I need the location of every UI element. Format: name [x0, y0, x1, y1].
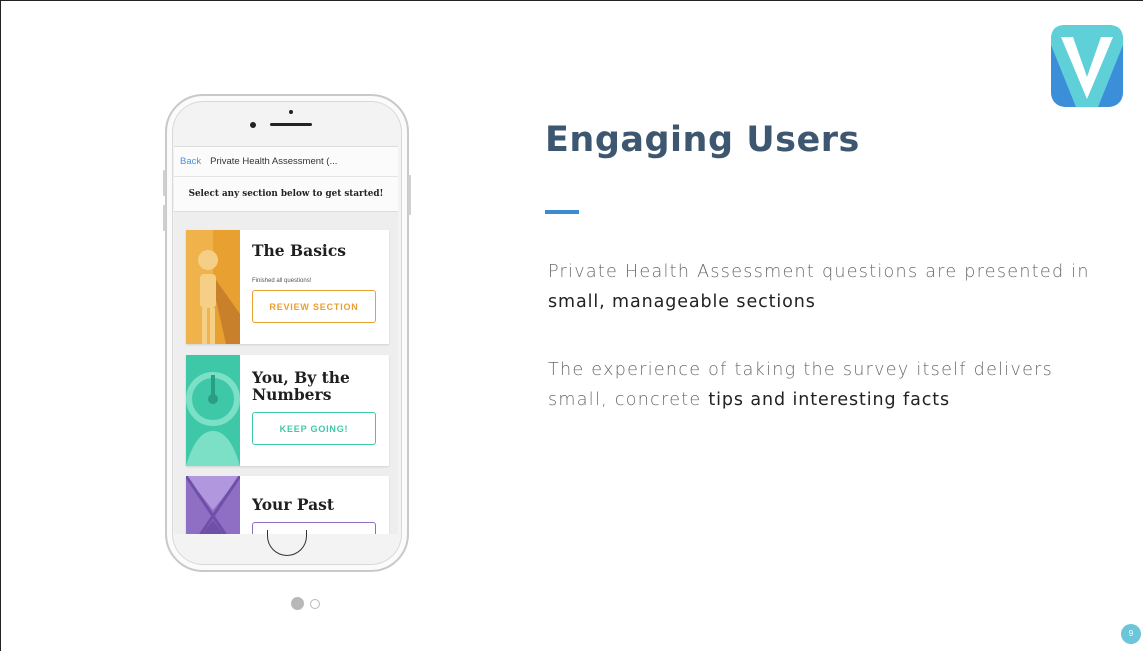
phone-screen: Back Private Health Assessment (... Sele… — [174, 146, 398, 534]
back-button[interactable]: Back — [180, 156, 201, 167]
slide-title: Engaging Users — [545, 120, 860, 160]
section-title: Your Past — [252, 495, 335, 514]
app-nav-bar: Back Private Health Assessment (... — [174, 147, 398, 177]
paragraph-sections: Private Health Assessment questions are … — [548, 262, 1090, 312]
carousel-indicator — [291, 597, 320, 610]
brand-logo-icon — [1051, 25, 1123, 107]
page-number-badge: 9 — [1121, 624, 1141, 644]
paragraph-tips: The experience of taking the survey itse… — [548, 360, 1054, 410]
keep-going-button[interactable]: KEEP GOING! — [252, 412, 376, 445]
phone-speaker — [270, 123, 312, 126]
title-underline — [545, 210, 579, 214]
section-status: Finished all questions! — [252, 278, 312, 284]
person-figure-icon — [186, 230, 240, 344]
carousel-dot-active[interactable] — [291, 597, 304, 610]
scale-icon — [186, 355, 240, 466]
phone-camera-icon — [250, 122, 256, 128]
phone-sensor-icon — [289, 110, 293, 114]
nav-title: Private Health Assessment (... — [210, 156, 338, 167]
emphasis-text: tips and interesting facts — [708, 390, 951, 410]
section-title: The Basics — [252, 241, 346, 260]
phone-side-button — [163, 205, 166, 231]
emphasis-text: small, manageable sections — [548, 292, 816, 312]
hourglass-icon — [186, 476, 240, 534]
section-card-you-by-the-numbers[interactable]: You, By the Numbers KEEP GOING! — [186, 355, 389, 466]
section-card-your-past[interactable]: Your Past — [186, 476, 389, 534]
section-prompt: Select any section below to get started! — [174, 177, 398, 212]
section-title: You, By the Numbers — [252, 368, 350, 404]
carousel-dot[interactable] — [310, 598, 320, 609]
phone-side-button — [408, 175, 411, 215]
section-card-the-basics[interactable]: The Basics Finished all questions! REVIE… — [186, 230, 389, 344]
phone-side-button — [163, 170, 166, 196]
review-section-button[interactable]: REVIEW SECTION — [252, 290, 376, 323]
